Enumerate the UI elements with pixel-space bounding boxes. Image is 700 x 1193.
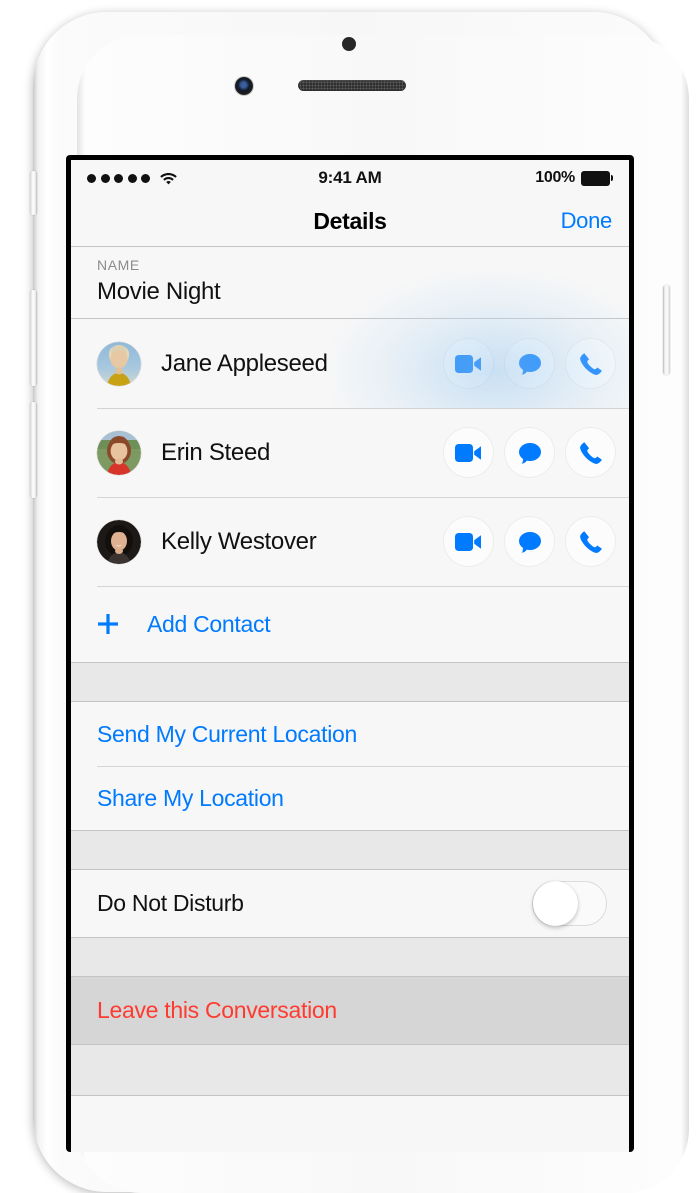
message-icon[interactable] (505, 428, 554, 477)
do-not-disturb-row[interactable]: Do Not Disturb (71, 870, 629, 937)
battery-percent-label: 100% (535, 169, 575, 186)
plus-icon (97, 613, 119, 635)
contact-name: Kelly Westover (161, 527, 317, 555)
power-button[interactable] (663, 285, 670, 375)
name-field-row[interactable]: NAME Movie Night (71, 247, 629, 318)
contact-name: Erin Steed (161, 438, 271, 466)
contact-actions (444, 428, 629, 477)
front-camera-icon (235, 77, 253, 95)
navigation-bar: Details Done (71, 196, 629, 247)
leave-conversation-button[interactable]: Leave this Conversation (71, 977, 629, 1044)
do-not-disturb-label: Do Not Disturb (97, 890, 244, 916)
add-contact-label: Add Contact (147, 610, 271, 637)
volume-down-button[interactable] (30, 402, 37, 498)
name-field-label: NAME (97, 257, 140, 273)
volume-up-button[interactable] (30, 290, 37, 386)
avatar (97, 519, 141, 564)
send-current-location-button[interactable]: Send My Current Location (71, 702, 629, 766)
video-call-icon[interactable] (444, 517, 493, 566)
phone-call-icon[interactable] (566, 428, 615, 477)
bottom-fill (71, 1096, 629, 1152)
page-title: Details (313, 207, 387, 234)
done-button[interactable]: Done (561, 208, 613, 234)
section-gap (71, 830, 629, 870)
proximity-sensor-icon (342, 37, 356, 51)
phone-call-icon[interactable] (566, 517, 615, 566)
do-not-disturb-section: Do Not Disturb (71, 870, 629, 937)
share-my-location-button[interactable]: Share My Location (71, 766, 629, 830)
leave-conversation-section: Leave this Conversation (71, 977, 629, 1044)
contact-name: Jane Appleseed (161, 349, 328, 377)
mute-switch-button[interactable] (30, 171, 37, 215)
section-gap (71, 1044, 629, 1096)
contact-row[interactable]: Erin Steed (71, 408, 629, 497)
avatar (97, 341, 141, 386)
name-section: NAME Movie Night (71, 247, 629, 318)
contact-row[interactable]: Jane Appleseed (71, 271, 629, 471)
add-contact-button[interactable]: Add Contact (71, 586, 629, 662)
battery-full-icon (581, 170, 613, 186)
leave-conversation-label: Leave this Conversation (97, 997, 337, 1023)
avatar (97, 430, 141, 475)
status-bar: 9:41 AM 100% (71, 160, 629, 196)
section-gap (71, 937, 629, 977)
location-section: Send My Current Location Share My Locati… (71, 702, 629, 830)
contact-actions (444, 517, 629, 566)
name-field-value[interactable]: Movie Night (97, 278, 629, 306)
phone-call-icon[interactable] (566, 339, 615, 388)
phone-screen: 9:41 AM 100% Details Done NAME Movie Nig… (71, 160, 629, 1152)
contact-actions (444, 339, 629, 388)
video-call-icon[interactable] (444, 339, 493, 388)
earpiece-speaker-icon (298, 80, 406, 91)
toggle-knob (533, 881, 578, 926)
video-call-icon[interactable] (444, 428, 493, 477)
contacts-section: Jane Appleseed Erin Steed Kelly Westover… (71, 271, 629, 662)
message-icon[interactable] (505, 339, 554, 388)
send-current-location-label: Send My Current Location (97, 720, 357, 747)
status-bar-right-group: 100% (535, 169, 613, 187)
message-icon[interactable] (505, 517, 554, 566)
contact-row[interactable]: Kelly Westover (71, 497, 629, 586)
do-not-disturb-toggle[interactable] (532, 881, 607, 926)
section-gap (71, 662, 629, 702)
share-my-location-label: Share My Location (97, 784, 284, 811)
